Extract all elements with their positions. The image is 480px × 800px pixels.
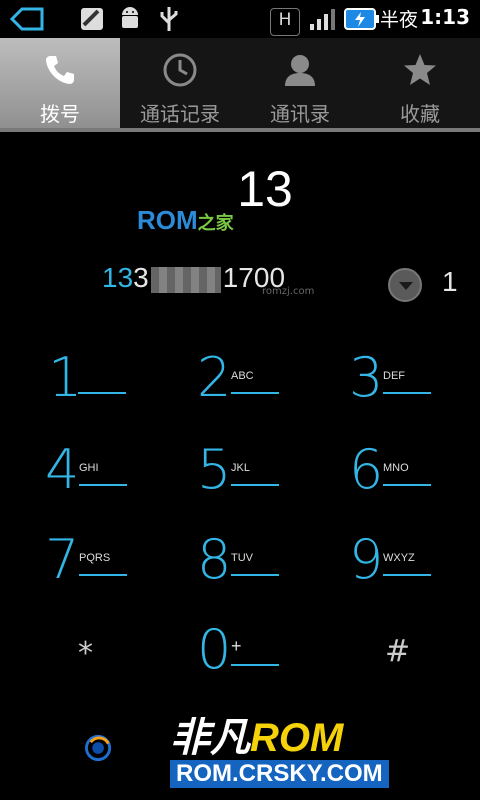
key-1[interactable]: 1 — [48, 348, 198, 428]
tab-indicator-line — [0, 128, 480, 132]
redacted-digits — [150, 266, 221, 293]
tab-favorites[interactable]: 收藏 — [360, 38, 480, 130]
expand-suggestions-button[interactable] — [388, 268, 422, 302]
android-debug-icon — [122, 7, 138, 28]
tab-bar: 拨号 通话记录 通讯录 收藏 — [0, 38, 480, 132]
key-9[interactable]: 9 WXYZ — [349, 530, 480, 610]
key-0[interactable]: 0 + — [197, 620, 347, 700]
key-3[interactable]: 3 DEF — [349, 348, 480, 428]
tab-dialer[interactable]: 拨号 — [0, 38, 120, 130]
battery-charging-icon — [344, 8, 379, 30]
status-bar: H 半夜 1:13 — [0, 0, 480, 38]
key-6[interactable]: 6 MNO — [349, 440, 480, 520]
status-clock: 1:13 — [420, 5, 470, 29]
clock-icon — [163, 53, 197, 87]
key-5[interactable]: 5 JKL — [197, 440, 347, 520]
key-star[interactable]: * — [78, 636, 93, 671]
tab-call-log-label: 通话记录 — [140, 102, 220, 126]
phone-icon — [46, 56, 74, 84]
tab-contacts[interactable]: 通讯录 — [240, 38, 360, 130]
status-ampm: 半夜 — [379, 9, 418, 31]
crsky-url: ROM.CRSKY.COM — [170, 760, 389, 788]
crsky-logo-text: 非凡ROM — [170, 716, 344, 760]
romzj-watermark: ROM之家 — [137, 205, 234, 235]
key-2[interactable]: 2 ABC — [197, 348, 347, 428]
usb-icon — [160, 7, 178, 31]
key-8[interactable]: 8 TUV — [197, 530, 347, 610]
site-watermark-small: romzj.com — [262, 286, 315, 297]
tab-dialer-label: 拨号 — [40, 102, 80, 126]
network-type-icon: H — [270, 8, 300, 36]
back-arrow-icon[interactable] — [10, 6, 44, 32]
key-hash[interactable]: # — [385, 634, 410, 669]
person-icon — [285, 55, 315, 86]
tab-favorites-label: 收藏 — [400, 102, 440, 126]
tab-call-log[interactable]: 通话记录 — [120, 38, 240, 130]
key-4[interactable]: 4 GHI — [45, 440, 195, 520]
star-icon — [404, 54, 436, 85]
tab-contacts-label: 通讯录 — [270, 102, 330, 126]
suggestion-count: 1 — [442, 266, 458, 297]
contact-suggestion[interactable]: 133 1700 — [102, 262, 285, 294]
crsky-logo — [85, 734, 112, 762]
suggestion-match: 13 — [102, 262, 134, 293]
key-7[interactable]: 7 PQRS — [45, 530, 195, 610]
dialed-digits[interactable]: 13 — [0, 160, 480, 218]
gallery-notification-icon — [81, 8, 103, 30]
signal-icon — [310, 9, 335, 30]
